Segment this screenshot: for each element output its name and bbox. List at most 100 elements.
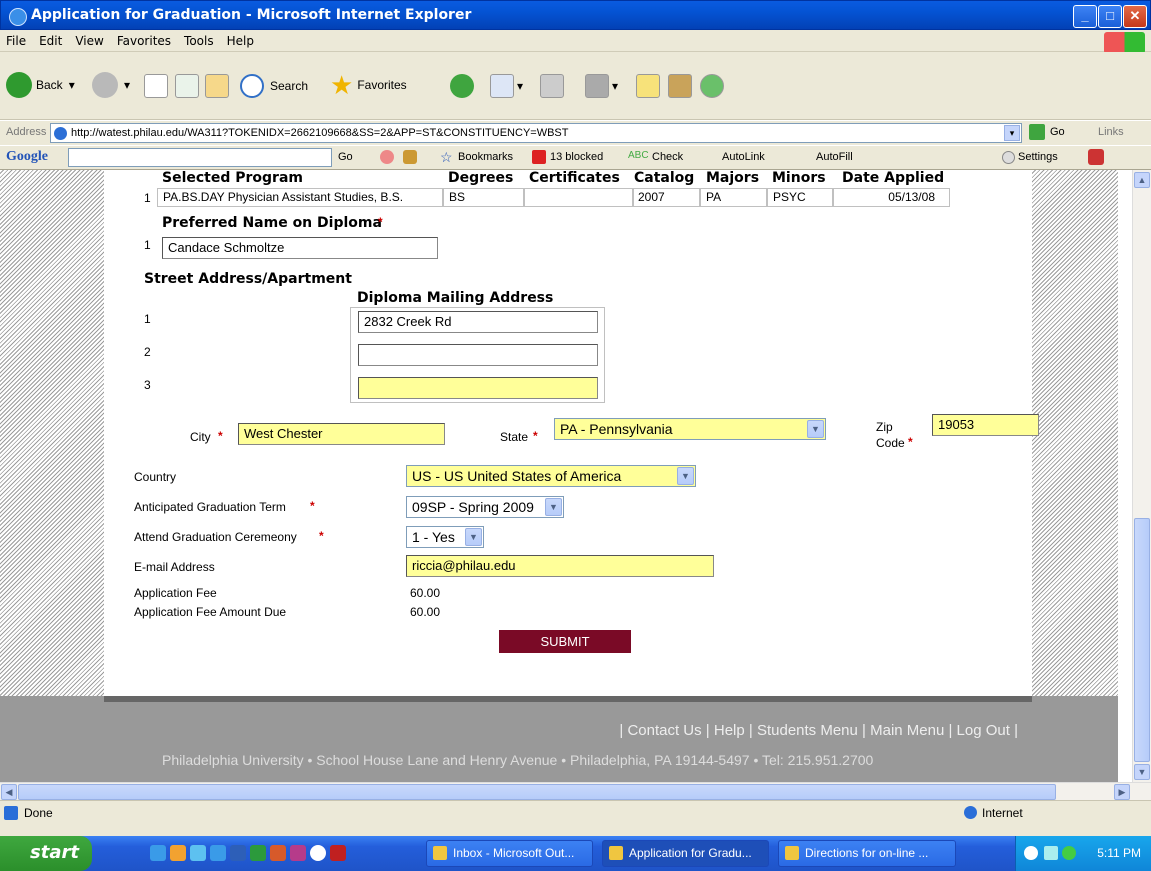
search-button[interactable]: Search: [240, 74, 308, 98]
right-hatch-border: [1032, 170, 1118, 700]
back-label: Back: [36, 78, 63, 92]
autolink-button[interactable]: AutoLink: [722, 151, 765, 163]
start-button[interactable]: start: [0, 836, 92, 871]
preferred-name-number: 1: [144, 238, 151, 252]
refresh-button[interactable]: [175, 74, 199, 98]
close-button[interactable]: ✕: [1123, 5, 1147, 28]
ceremony-select[interactable]: 1 - Yes ▼: [406, 526, 484, 548]
check-button[interactable]: Check: [652, 151, 683, 163]
translate-icon[interactable]: [1088, 149, 1104, 165]
back-button[interactable]: Back ▾: [6, 72, 75, 98]
ie-quicklaunch-icon[interactable]: [150, 845, 166, 861]
mail-button[interactable]: ▾: [490, 74, 523, 98]
program-row-number: 1: [144, 191, 151, 205]
history-button[interactable]: [450, 74, 474, 98]
menu-view[interactable]: View: [69, 30, 110, 48]
vertical-scrollbar[interactable]: ▲ ▼: [1132, 170, 1151, 782]
tray-arrow-icon[interactable]: [1024, 846, 1038, 860]
header-certificates: Certificates: [529, 170, 620, 186]
taskbar-item-application[interactable]: Application for Gradu...: [602, 840, 769, 867]
google-search-input[interactable]: [68, 148, 332, 167]
menu-file[interactable]: File: [0, 30, 33, 48]
clock: 5:11 PM: [1097, 846, 1141, 860]
email-input[interactable]: riccia@philau.edu: [406, 555, 714, 577]
chevron-down-icon: ▼: [677, 467, 694, 485]
blocked-count[interactable]: 13 blocked: [550, 151, 603, 163]
state-select[interactable]: PA - Pennsylvania ▼: [554, 418, 826, 440]
news-icon[interactable]: [403, 150, 417, 164]
forward-button[interactable]: ▾: [92, 72, 130, 98]
city-input[interactable]: West Chester: [238, 423, 445, 445]
media-quicklaunch-icon[interactable]: [310, 845, 326, 861]
address-input[interactable]: http://watest.philau.edu/WA311?TOKENIDX=…: [50, 123, 1022, 143]
menu-edit[interactable]: Edit: [33, 30, 69, 48]
contact-us-link[interactable]: Contact Us: [627, 722, 701, 739]
links-button[interactable]: Links: [1098, 126, 1124, 138]
certificate-cell: [524, 188, 633, 207]
minimize-button[interactable]: _: [1073, 5, 1097, 28]
messenger-button[interactable]: [700, 74, 724, 98]
students-menu-link[interactable]: Students Menu: [757, 722, 858, 739]
app-quicklaunch-icon[interactable]: [330, 845, 346, 861]
discuss-button[interactable]: [636, 74, 660, 98]
maximize-button[interactable]: □: [1098, 5, 1122, 28]
horizontal-scroll-thumb[interactable]: [18, 784, 1056, 800]
scroll-left-icon[interactable]: ◀: [1, 784, 17, 800]
taskbar-item-outlook[interactable]: Inbox - Microsoft Out...: [426, 840, 593, 867]
network-icon[interactable]: [1044, 846, 1058, 860]
taskbar-item-directions[interactable]: Directions for on-line ...: [778, 840, 956, 867]
scroll-up-icon[interactable]: ▲: [1134, 172, 1150, 188]
ie-icon: [9, 8, 27, 26]
outlook-quicklaunch-icon[interactable]: [170, 845, 186, 861]
diploma-mailing-address-label: Diploma Mailing Address: [357, 290, 554, 306]
street-address-label: Street Address/Apartment: [144, 271, 352, 287]
pagerank-icon[interactable]: [380, 150, 394, 164]
page-content: Selected Program Degrees Certificates Ca…: [0, 170, 1151, 782]
settings-button[interactable]: Settings: [1018, 151, 1058, 163]
google-toolbar: Google Go ☆ Bookmarks 13 blocked ABC Che…: [0, 145, 1151, 170]
access-quicklaunch-icon[interactable]: [290, 845, 306, 861]
submit-button[interactable]: SUBMIT: [499, 630, 631, 653]
header-minors: Minors: [772, 170, 826, 186]
home-button[interactable]: [205, 74, 229, 98]
powerpoint-quicklaunch-icon[interactable]: [270, 845, 286, 861]
sync-icon[interactable]: [1062, 846, 1076, 860]
menu-tools[interactable]: Tools: [178, 30, 221, 48]
street-line-2-input[interactable]: [358, 344, 598, 366]
help-link[interactable]: Help: [714, 722, 745, 739]
bookmarks-button[interactable]: Bookmarks: [458, 151, 513, 163]
scroll-right-icon[interactable]: ▶: [1114, 784, 1130, 800]
menu-help[interactable]: Help: [221, 30, 261, 48]
street-line-3-input[interactable]: [358, 377, 598, 399]
google-go-button[interactable]: Go: [338, 151, 353, 163]
log-out-link[interactable]: Log Out: [957, 722, 1010, 739]
browser-quicklaunch-icon[interactable]: [210, 845, 226, 861]
word-quicklaunch-icon[interactable]: [230, 845, 246, 861]
edit-button[interactable]: ▾: [585, 74, 618, 98]
country-select[interactable]: US - US United States of America ▼: [406, 465, 696, 487]
scroll-thumb[interactable]: [1134, 518, 1150, 762]
google-logo[interactable]: Google: [6, 149, 48, 165]
go-button[interactable]: Go: [1050, 126, 1065, 138]
research-button[interactable]: [668, 74, 692, 98]
go-arrow-icon[interactable]: [1029, 124, 1045, 140]
print-button[interactable]: [540, 74, 564, 98]
preferred-name-input[interactable]: Candace Schmoltze: [162, 237, 438, 259]
search-quicklaunch-icon[interactable]: [190, 845, 206, 861]
menu-favorites[interactable]: Favorites: [111, 30, 178, 48]
status-text: Done: [24, 806, 53, 820]
excel-quicklaunch-icon[interactable]: [250, 845, 266, 861]
address-dropdown-icon[interactable]: ▾: [1004, 125, 1020, 141]
scroll-down-icon[interactable]: ▼: [1134, 764, 1150, 780]
favorites-button[interactable]: ★ Favorites: [330, 72, 407, 98]
street-line-1-input[interactable]: 2832 Creek Rd: [358, 311, 598, 333]
settings-icon: [1002, 151, 1015, 164]
zip-input[interactable]: 19053: [932, 414, 1039, 436]
autofill-button[interactable]: AutoFill: [816, 151, 853, 163]
header-majors: Majors: [706, 170, 760, 186]
horizontal-scrollbar[interactable]: ◀ ▶: [0, 782, 1151, 800]
stop-button[interactable]: [144, 74, 168, 98]
graduation-term-select[interactable]: 09SP - Spring 2009 ▼: [406, 496, 564, 518]
search-icon: [240, 74, 264, 98]
main-menu-link[interactable]: Main Menu: [870, 722, 944, 739]
